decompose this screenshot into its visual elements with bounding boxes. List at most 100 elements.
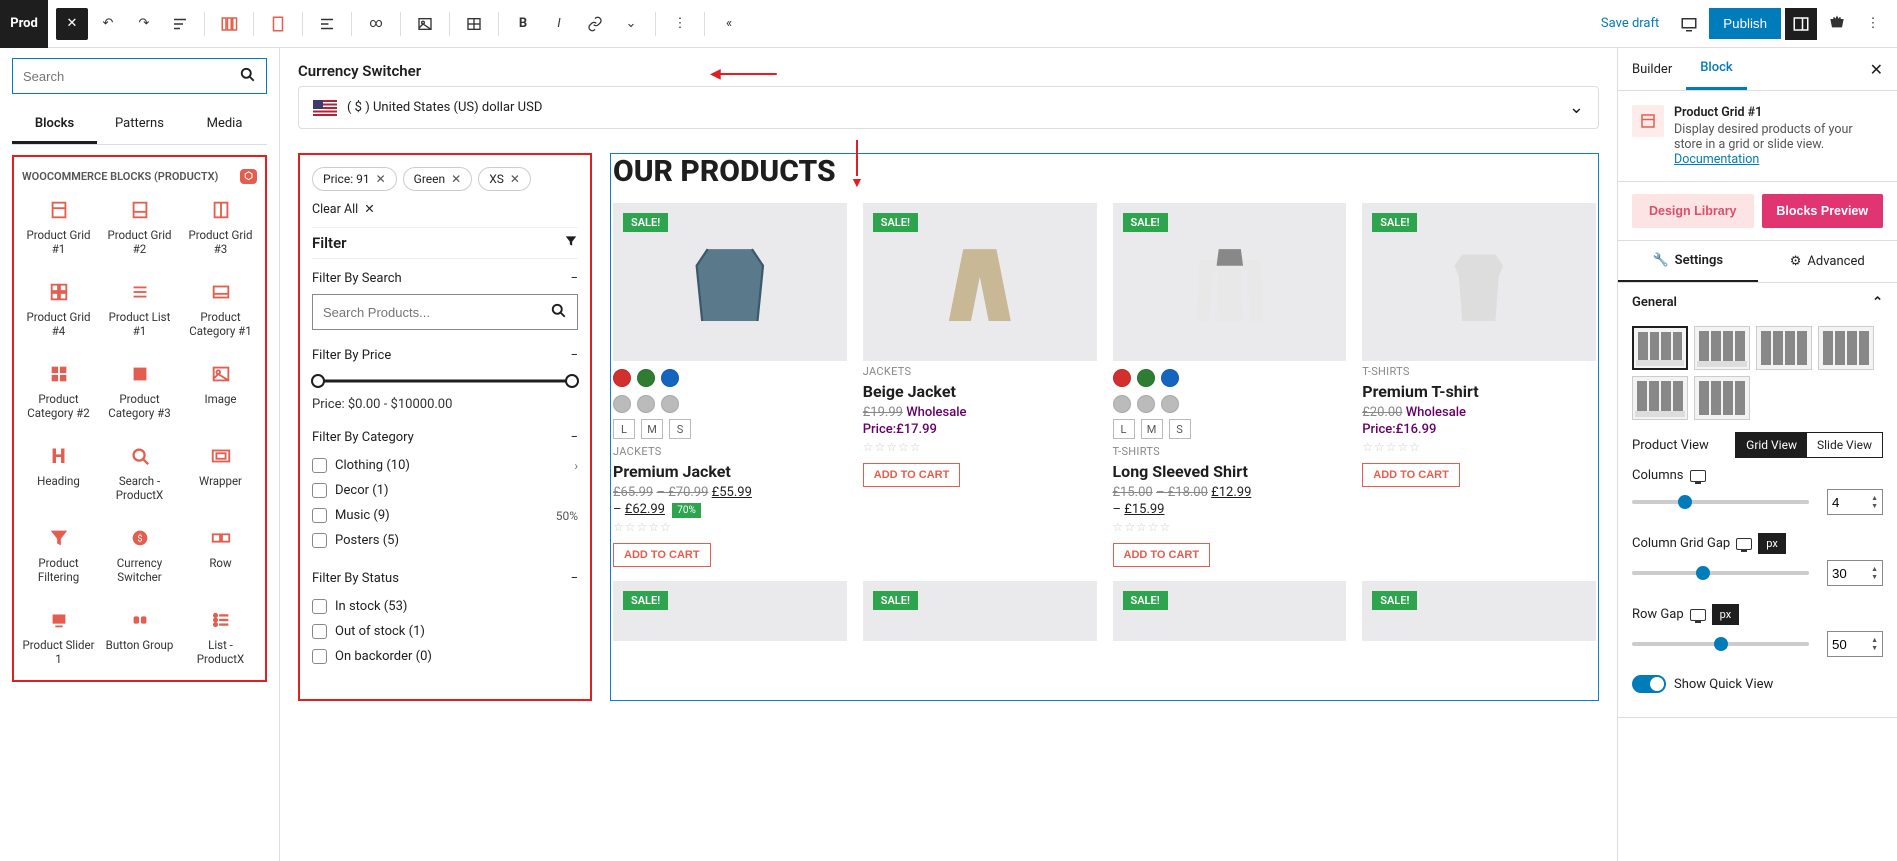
checkbox[interactable] (312, 599, 327, 614)
status-filter-row[interactable]: In stock (53) (312, 594, 578, 619)
col-gap-input[interactable]: ▲▼ (1827, 560, 1883, 586)
unit-px[interactable]: px (1759, 534, 1785, 553)
product-card[interactable]: SALE! (863, 581, 1097, 641)
variant-swatch[interactable] (613, 395, 631, 413)
layout-option-3[interactable] (1756, 326, 1812, 370)
block-item[interactable]: Product List #1 (101, 272, 178, 346)
size-option[interactable]: S (669, 419, 691, 439)
slide-view-option[interactable]: Slide View (1807, 433, 1882, 457)
list-view-button[interactable] (164, 8, 196, 40)
product-card[interactable]: SALE! (1113, 581, 1347, 641)
color-swatch[interactable] (1137, 369, 1155, 387)
responsive-icon[interactable] (1736, 538, 1752, 550)
preview-button[interactable] (1673, 8, 1705, 40)
block-item[interactable]: Wrapper (182, 436, 259, 510)
block-item[interactable]: Product Grid #2 (101, 190, 178, 264)
block-item[interactable]: Product Filtering (20, 518, 97, 592)
size-option[interactable]: S (1169, 419, 1191, 439)
color-swatch[interactable] (637, 369, 655, 387)
checkbox[interactable] (312, 508, 327, 523)
image-button[interactable] (409, 8, 441, 40)
blocks-preview-button[interactable]: Blocks Preview (1762, 194, 1884, 228)
remove-tag-button[interactable]: ✕ (376, 172, 386, 186)
product-card[interactable]: SALE!LMSJACKETSPremium Jacket£65.99 – £7… (613, 203, 847, 567)
table-button[interactable] (458, 8, 490, 40)
collapse-icon[interactable]: − (571, 430, 578, 445)
block-item[interactable]: Image (182, 354, 259, 428)
block-item[interactable]: Product Grid #3 (182, 190, 259, 264)
product-card[interactable]: SALE!JACKETSBeige Jacket£19.99 Wholesale… (863, 203, 1097, 567)
close-inserter-button[interactable]: ✕ (56, 8, 88, 40)
variant-swatch[interactable] (1137, 395, 1155, 413)
documentation-link[interactable]: Documentation (1674, 152, 1883, 167)
row-gap-input[interactable]: ▲▼ (1827, 631, 1883, 657)
columns-input[interactable]: ▲▼ (1827, 489, 1883, 515)
block-item[interactable]: Search - ProductX (101, 436, 178, 510)
layout-option-2[interactable] (1694, 326, 1750, 370)
unit-px[interactable]: px (1713, 605, 1739, 624)
category-filter-row[interactable]: Music (9)50% (312, 503, 578, 528)
size-option[interactable]: L (613, 419, 635, 439)
category-filter-row[interactable]: Clothing (10)› (312, 453, 578, 478)
size-option[interactable]: M (641, 419, 663, 439)
responsive-icon[interactable] (1690, 470, 1706, 482)
tab-settings[interactable]: 🔧 Settings (1618, 241, 1758, 282)
category-filter-row[interactable]: Decor (1) (312, 478, 578, 503)
color-swatch[interactable] (1161, 369, 1179, 387)
checkbox[interactable] (312, 533, 327, 548)
publish-button[interactable]: Publish (1709, 8, 1781, 39)
product-card[interactable]: SALE!LMST-SHIRTSLong Sleeved Shirt£15.00… (1113, 203, 1347, 567)
tab-builder[interactable]: Builder (1618, 50, 1686, 89)
variant-swatch[interactable] (1161, 395, 1179, 413)
variant-swatch[interactable] (637, 395, 655, 413)
responsive-icon[interactable] (1690, 609, 1706, 621)
collapse-icon[interactable]: − (571, 271, 578, 286)
size-option[interactable]: M (1141, 419, 1163, 439)
more-menu-button[interactable]: ⋮ (1857, 8, 1889, 40)
settings-panel-toggle[interactable] (1785, 8, 1817, 40)
checkbox[interactable] (312, 458, 327, 473)
product-card[interactable]: SALE!T-SHIRTSPremium T-shirt£20.00 Whole… (1362, 203, 1596, 567)
block-item[interactable]: List - ProductX (182, 600, 259, 674)
close-settings-button[interactable]: ✕ (1856, 60, 1897, 79)
block-search[interactable] (12, 58, 267, 94)
layout-option-1[interactable] (1632, 326, 1688, 370)
add-to-cart-button[interactable]: ADD TO CART (863, 463, 961, 487)
save-draft-button[interactable]: Save draft (1591, 10, 1669, 37)
tab-blocks[interactable]: Blocks (12, 106, 97, 144)
bold-button[interactable]: B (507, 8, 539, 40)
add-to-cart-button[interactable]: ADD TO CART (1113, 543, 1211, 567)
row-gap-slider[interactable] (1632, 642, 1809, 646)
price-range-slider[interactable] (312, 375, 578, 387)
checkbox[interactable] (312, 483, 327, 498)
layout-option-4[interactable] (1818, 326, 1874, 370)
italic-button[interactable]: I (543, 8, 575, 40)
wp-logo[interactable]: Prod (0, 0, 48, 48)
checkbox[interactable] (312, 649, 327, 664)
quick-view-toggle[interactable] (1632, 675, 1666, 693)
remove-tag-button[interactable]: ✕ (451, 172, 461, 186)
more-format-button[interactable]: ⌄ (615, 8, 647, 40)
checkbox[interactable] (312, 624, 327, 639)
variant-swatch[interactable] (661, 395, 679, 413)
product-card[interactable]: SALE! (1362, 581, 1596, 641)
block-item[interactable]: $Currency Switcher (101, 518, 178, 592)
layout-option-6[interactable] (1694, 376, 1750, 420)
woo-button[interactable] (1821, 8, 1853, 40)
link-button[interactable] (579, 8, 611, 40)
remove-tag-button[interactable]: ✕ (510, 172, 520, 186)
add-to-cart-button[interactable]: ADD TO CART (613, 543, 711, 567)
block-item[interactable]: Product Category #1 (182, 272, 259, 346)
status-filter-row[interactable]: On backorder (0) (312, 644, 578, 669)
block-item[interactable]: Product Grid #4 (20, 272, 97, 346)
price-thumb-max[interactable] (565, 374, 579, 388)
general-accordion-header[interactable]: General ⌃ (1618, 283, 1897, 322)
category-filter-row[interactable]: Posters (5) (312, 528, 578, 553)
col-gap-slider[interactable] (1632, 571, 1809, 575)
options-button[interactable]: ⋮ (664, 8, 696, 40)
block-item[interactable]: Product Category #3 (101, 354, 178, 428)
filter-search-input[interactable] (323, 305, 549, 320)
undo-button[interactable]: ↶ (92, 8, 124, 40)
product-grid-block[interactable]: OUR PRODUCTS SALE!LMSJACKETSPremium Jack… (610, 153, 1599, 701)
collapse-icon[interactable]: − (571, 571, 578, 586)
